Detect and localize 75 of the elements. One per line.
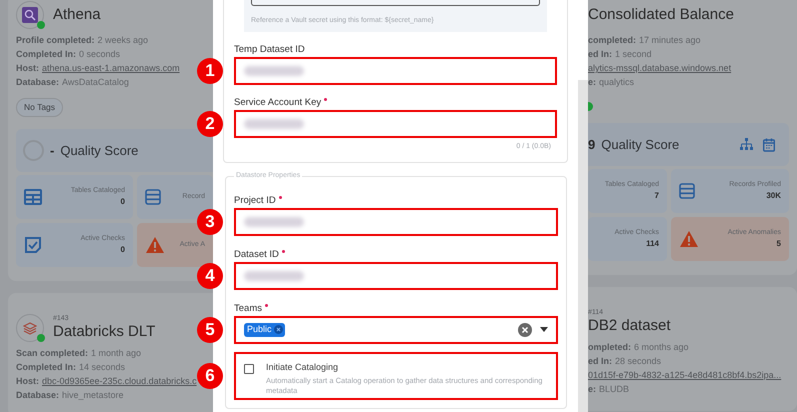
secret-field[interactable]	[251, 0, 540, 6]
meta-value: 0 seconds	[79, 48, 120, 62]
stat-value: 5	[776, 238, 781, 250]
meta-value: 14 seconds	[79, 361, 126, 374]
stat-value: 0	[120, 196, 125, 208]
meta-value: hive_metastore	[62, 389, 124, 402]
redacted-value	[244, 270, 304, 280]
quality-label: Quality Score	[60, 142, 138, 160]
redacted-value	[244, 118, 304, 128]
datastore-title: DB2 dataset	[588, 317, 671, 335]
meta-value: qualytics	[599, 76, 634, 90]
stat-value: 114	[646, 238, 659, 250]
checklist-icon	[24, 236, 42, 254]
stat-value: 7	[654, 190, 659, 202]
text-field[interactable]	[234, 262, 558, 290]
stat-value: 0	[120, 244, 125, 256]
meta-value: 1 month ago	[91, 347, 142, 360]
quality-score: 9	[588, 136, 596, 154]
warning-icon	[145, 236, 165, 254]
warning-icon	[679, 230, 699, 248]
quality-score: -	[50, 142, 54, 160]
text-field[interactable]	[234, 208, 558, 236]
clear-icon[interactable]	[518, 322, 532, 336]
annotation-badge: 4	[197, 262, 223, 288]
redacted-value	[244, 216, 304, 226]
field-label: Service Account Key	[234, 96, 322, 110]
stat-value: 30K	[766, 190, 781, 202]
stack-icon	[145, 188, 161, 205]
meta-label: Database:	[16, 389, 60, 402]
text-field[interactable]	[234, 56, 557, 84]
meta-label: completed:	[588, 34, 636, 48]
host-link[interactable]: dbc-0d9365ee-235c.cloud.databricks.c	[42, 375, 197, 388]
stack-icon	[679, 183, 695, 199]
meta-label: e:	[588, 383, 596, 396]
checkbox[interactable]	[244, 364, 254, 374]
meta-label: ed In:	[588, 355, 612, 368]
meta-value: AwsDataCatalog	[62, 76, 129, 90]
meta-label: e:	[588, 76, 596, 90]
caret-icon[interactable]	[540, 327, 548, 332]
option-title: Initiate Cataloging	[266, 360, 340, 374]
teams-select[interactable]: Public	[234, 316, 558, 344]
chip-remove-icon[interactable]	[274, 325, 283, 334]
datastore-title: Athena	[53, 6, 101, 24]
quality-label: Quality Score	[601, 136, 680, 154]
host-link[interactable]: athena.us-east-1.amazonaws.com	[42, 62, 180, 76]
host-link[interactable]: alytics-mssql.database.windows.net	[588, 62, 732, 76]
field-label: Project ID	[234, 194, 276, 208]
team-chip[interactable]: Public	[244, 322, 285, 336]
meta-value: 6 months ago	[634, 341, 689, 354]
tag-chip: No Tags	[16, 98, 64, 117]
text-field[interactable]	[234, 110, 557, 138]
table-icon	[24, 188, 42, 205]
meta-label: ed In:	[588, 48, 612, 62]
meta-value: BLUDB	[599, 383, 630, 396]
meta-label: Completed In:	[16, 48, 76, 62]
calendar-icon	[763, 138, 775, 152]
field-label: Teams	[234, 302, 262, 316]
host-link[interactable]: 01d15f-e79b-4832-a125-4e8d481c8bf4.bs2ipa...	[588, 369, 782, 383]
field-label: Temp Dataset ID	[234, 42, 305, 56]
datastore-title: Consolidated Balance	[588, 6, 734, 24]
redacted-value	[244, 66, 304, 76]
meta-label: Profile completed:	[16, 34, 95, 48]
meta-label: ompleted:	[588, 341, 632, 354]
meta-label: Scan completed:	[16, 347, 88, 360]
meta-value: 2 weeks ago	[98, 34, 148, 48]
datastore-title: Databricks DLT	[53, 322, 156, 341]
hierarchy-icon	[740, 138, 753, 150]
meta-label: Completed In:	[16, 361, 76, 374]
field-label: Dataset ID	[234, 248, 279, 262]
meta-label: Host:	[16, 375, 39, 388]
meta-value: 28 seconds	[615, 355, 662, 368]
meta-label: Host:	[16, 62, 39, 76]
meta-label: Database:	[16, 76, 60, 90]
meta-value: 17 minutes ago	[639, 34, 701, 48]
meta-value: 1 second	[615, 48, 652, 62]
